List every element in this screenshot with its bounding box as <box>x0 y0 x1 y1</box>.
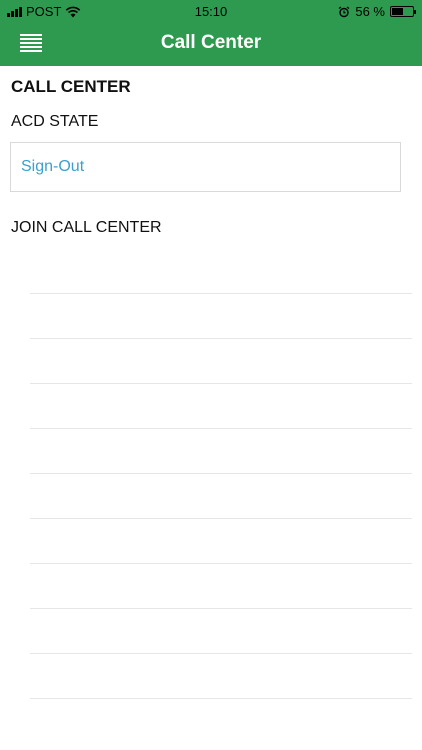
list-item <box>30 653 412 654</box>
join-call-center-label: JOIN CALL CENTER <box>11 219 162 236</box>
list-item <box>30 608 412 609</box>
list-item <box>30 518 412 519</box>
list-item <box>30 473 412 474</box>
status-right: 56 % <box>338 4 416 19</box>
list-item <box>30 698 412 699</box>
list-item <box>30 338 412 339</box>
status-bar: POST 15:10 56 % <box>0 0 422 24</box>
section-title: CALL CENTER <box>11 77 131 96</box>
acd-state-field[interactable]: Sign-Out <box>10 142 401 192</box>
page-title: Call Center <box>160 32 262 53</box>
battery-percent: 56 % <box>355 4 385 19</box>
nav-bar: Call Center <box>0 24 422 66</box>
top-bar: POST 15:10 56 % Call Center <box>0 0 422 66</box>
list-item <box>30 293 412 294</box>
list-item <box>30 383 412 384</box>
battery-icon <box>390 6 416 17</box>
list-item <box>30 563 412 564</box>
acd-state-value[interactable]: Sign-Out <box>21 158 84 176</box>
list-item <box>30 428 412 429</box>
battery-fill <box>392 8 404 15</box>
acd-state-label: ACD STATE <box>11 113 99 130</box>
alarm-icon <box>338 5 350 17</box>
